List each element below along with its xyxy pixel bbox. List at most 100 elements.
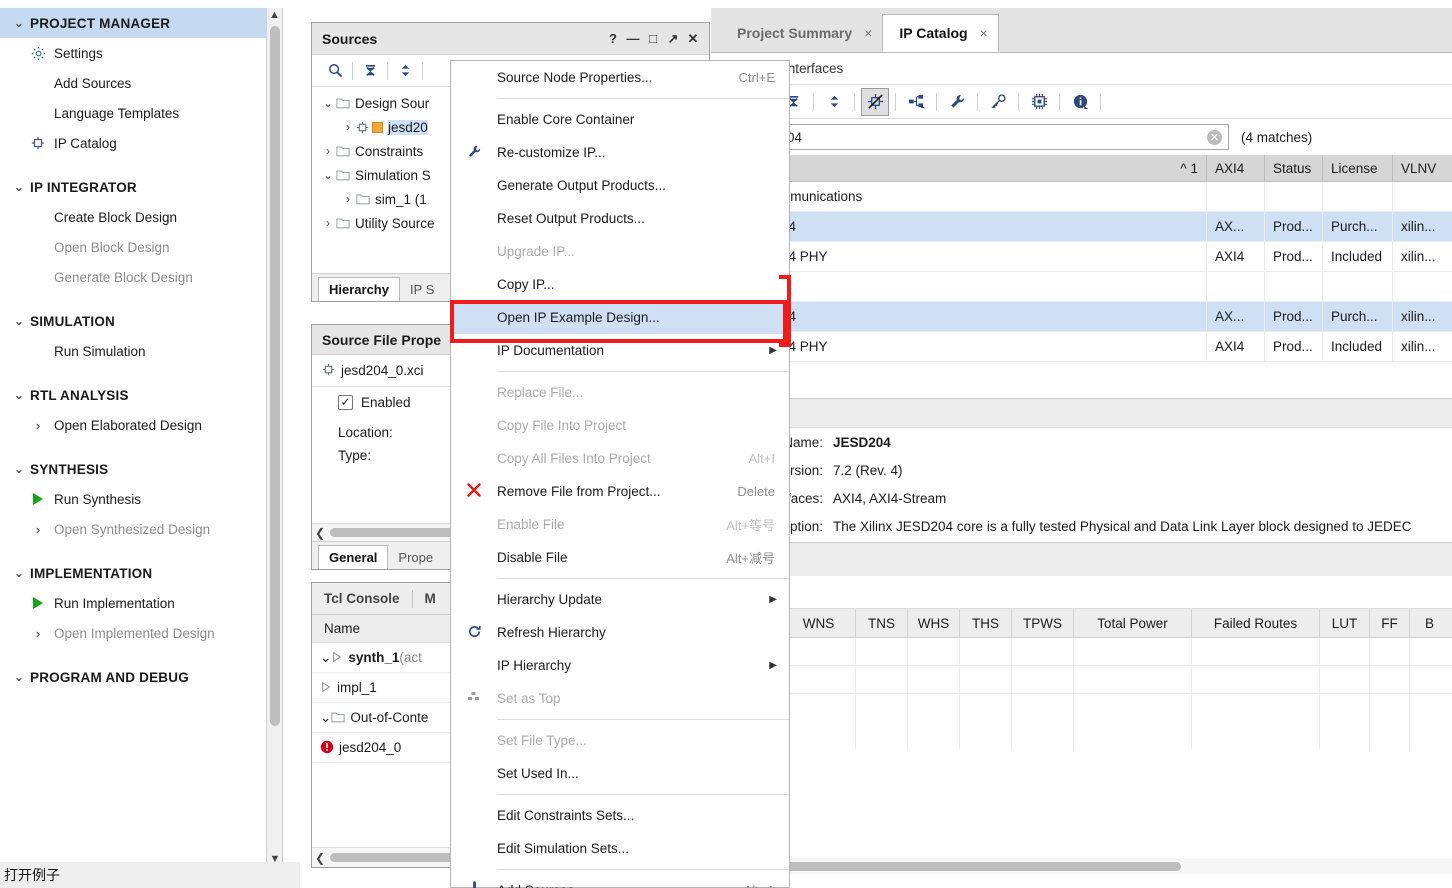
menu-item-copy-all-files-into-project[interactable]: Copy All Files Into Project Alt+I: [451, 442, 789, 475]
menu-item-add-sources[interactable]: Add Sources...Alt+A: [451, 874, 789, 888]
flow-item-run-synthesis[interactable]: Run Synthesis: [0, 484, 282, 514]
menu-item-open-ip-example-design[interactable]: Open IP Example Design...: [451, 301, 789, 334]
info-icon[interactable]: [1060, 88, 1100, 116]
runs-grid-column-b[interactable]: B: [1409, 609, 1449, 637]
runs-grid-row[interactable]: OR: [711, 722, 1452, 750]
catalog-row[interactable]: JESD204 PHYAXI4Prod...Includedxilin...: [711, 332, 1452, 362]
expand-all-icon[interactable]: [814, 88, 854, 116]
runs-grid-row[interactable]: [711, 694, 1452, 722]
runs-grid-body[interactable]: OR: [711, 638, 1452, 750]
chevron-down-icon[interactable]: ⌄: [8, 669, 30, 685]
chevron-down-icon[interactable]: ⌄: [8, 179, 30, 195]
runs-grid-column-tpws[interactable]: TPWS: [1011, 609, 1073, 637]
sources-context-menu[interactable]: Source Node Properties... Ctrl+E Enable Co…: [450, 60, 790, 888]
customize-icon[interactable]: [937, 88, 977, 116]
runs-grid-row[interactable]: [711, 638, 1452, 666]
runs-grid-column-tns[interactable]: TNS: [855, 609, 907, 637]
menu-item-enable-file[interactable]: Enable File Alt+等号: [451, 508, 789, 541]
scroll-up-arrow-icon[interactable]: ▲: [267, 8, 282, 24]
search-input[interactable]: JESD204 ✕: [719, 124, 1229, 150]
flow-section-rtl-analysis[interactable]: ⌄ RTL ANALYSIS: [0, 380, 282, 410]
menu-item-edit-constraints-sets[interactable]: Edit Constraints Sets...: [451, 799, 789, 832]
main-tab-project-summary[interactable]: Project Summary ×: [721, 14, 882, 52]
flow-item-run-simulation[interactable]: Run Simulation: [0, 336, 282, 366]
menu-item-ip-documentation[interactable]: IP Documentation ▶: [451, 334, 789, 367]
flow-item-open-synthesized-design[interactable]: › Open Synthesized Design: [0, 514, 282, 544]
menu-item-generate-output-products[interactable]: Generate Output Products...: [451, 169, 789, 202]
catalog-row[interactable]: Wireless: [711, 272, 1452, 302]
sfp-tab-prope[interactable]: Prope: [388, 546, 443, 569]
tree-twisty-icon[interactable]: ›: [340, 120, 356, 134]
runs-grid-horizontal-scrollbar[interactable]: [711, 858, 1452, 874]
clear-search-icon[interactable]: ✕: [1207, 129, 1222, 145]
flow-item-create-block-design[interactable]: Create Block Design: [0, 202, 282, 232]
menu-item-upgrade-ip[interactable]: Upgrade IP...: [451, 235, 789, 268]
catalog-row[interactable]: JESD204AX...Prod...Purch...xilin...: [711, 212, 1452, 242]
runs-grid-scroll-thumb[interactable]: [721, 861, 1181, 871]
device-icon[interactable]: [1019, 88, 1059, 116]
enabled-checkbox[interactable]: ✓: [338, 394, 353, 410]
chevron-down-icon[interactable]: ⌄: [8, 461, 30, 477]
chevron-down-icon[interactable]: ⌄: [8, 313, 30, 329]
tree-twisty-icon[interactable]: ⌄: [320, 96, 336, 110]
sources-tab-ip-s[interactable]: IP S: [400, 278, 444, 301]
catalog-row[interactable]: JESD204AX...Prod...Purch...xilin...: [711, 302, 1452, 332]
ip-catalog-table-body[interactable]: TelecommunicationsJESD204AX...Prod...Pur…: [711, 182, 1452, 362]
scroll-left-arrow-icon[interactable]: ❮: [312, 526, 328, 540]
menu-item-set-used-in[interactable]: Set Used In...: [451, 757, 789, 790]
scrollbar-thumb[interactable]: [270, 26, 280, 726]
menu-item-ip-hierarchy[interactable]: IP Hierarchy ▶: [451, 649, 789, 682]
runs-grid-column-whs[interactable]: WHS: [907, 609, 959, 637]
flow-navigator-scrollbar[interactable]: ▲ ▼: [266, 8, 282, 868]
catalog-row[interactable]: Telecommunications: [711, 182, 1452, 212]
runs-grid-column-lut[interactable]: LUT: [1319, 609, 1369, 637]
flow-section-project-manager[interactable]: ⌄ PROJECT MANAGER: [0, 8, 282, 38]
context-menu-items[interactable]: Source Node Properties... Ctrl+E Enable Co…: [451, 61, 789, 888]
flow-item-open-block-design[interactable]: Open Block Design: [0, 232, 282, 262]
flow-section-program-and-debug[interactable]: ⌄ PROGRAM AND DEBUG: [0, 662, 282, 692]
menu-item-copy-ip[interactable]: Copy IP...: [451, 268, 789, 301]
menu-item-set-file-type[interactable]: Set File Type...: [451, 724, 789, 757]
search-icon[interactable]: [318, 57, 352, 85]
close-button[interactable]: ✕: [683, 31, 703, 47]
tree-twisty-icon[interactable]: ›: [320, 216, 336, 230]
menu-item-replace-file[interactable]: Replace File...: [451, 376, 789, 409]
menu-item-copy-file-into-project[interactable]: Copy File Into Project: [451, 409, 789, 442]
flow-item-open-elaborated-design[interactable]: › Open Elaborated Design: [0, 410, 282, 440]
flow-item-open-implemented-design[interactable]: › Open Implemented Design: [0, 618, 282, 648]
sources-tab-hierarchy[interactable]: Hierarchy: [318, 277, 400, 301]
expand-all-icon[interactable]: [388, 57, 422, 85]
subtab-interfaces[interactable]: Interfaces: [784, 61, 843, 76]
tree-twisty-icon[interactable]: ⌄: [320, 168, 336, 182]
run-twisty-icon[interactable]: ⌄: [320, 650, 331, 666]
catalog-column-vlnv[interactable]: VLNV: [1392, 155, 1452, 181]
flow-section-synthesis[interactable]: ⌄ SYNTHESIS: [0, 454, 282, 484]
runs-grid-column-total-power[interactable]: Total Power: [1073, 609, 1191, 637]
bottom-tab-0[interactable]: Tcl Console: [312, 591, 412, 606]
menu-item-set-as-top[interactable]: Set as Top: [451, 682, 789, 715]
flow-section-ip-integrator[interactable]: ⌄ IP INTEGRATOR: [0, 172, 282, 202]
flow-item-ip-catalog[interactable]: IP Catalog: [0, 128, 282, 158]
menu-item-reset-output-products[interactable]: Reset Output Products...: [451, 202, 789, 235]
catalog-row[interactable]: JESD204 PHYAXI4Prod...Includedxilin...: [711, 242, 1452, 272]
close-icon[interactable]: ×: [864, 25, 872, 41]
catalog-column-license[interactable]: License: [1322, 155, 1392, 181]
minimize-button[interactable]: —: [623, 31, 643, 46]
collapse-all-icon[interactable]: [353, 57, 387, 85]
float-button[interactable]: ↗: [663, 31, 683, 47]
catalog-column-axi4[interactable]: AXI4: [1206, 155, 1264, 181]
tree-twisty-icon[interactable]: ›: [340, 192, 356, 206]
scroll-left-arrow-icon[interactable]: ❮: [312, 851, 328, 865]
flow-item-language-templates[interactable]: Language Templates: [0, 98, 282, 128]
search-value[interactable]: JESD204: [745, 130, 1207, 145]
menu-item-disable-file[interactable]: Disable File Alt+减号: [451, 541, 789, 574]
menu-item-refresh-hierarchy[interactable]: Refresh Hierarchy: [451, 616, 789, 649]
hide-disabled-icon[interactable]: [861, 87, 889, 116]
menu-item-edit-simulation-sets[interactable]: Edit Simulation Sets...: [451, 832, 789, 865]
license-icon[interactable]: [978, 88, 1018, 116]
catalog-column-status[interactable]: Status: [1264, 155, 1322, 181]
runs-grid-row[interactable]: [711, 666, 1452, 694]
chevron-down-icon[interactable]: ⌄: [8, 565, 30, 581]
chevron-down-icon[interactable]: ⌄: [8, 387, 30, 403]
menu-item-re-customize-ip[interactable]: Re-customize IP...: [451, 136, 789, 169]
